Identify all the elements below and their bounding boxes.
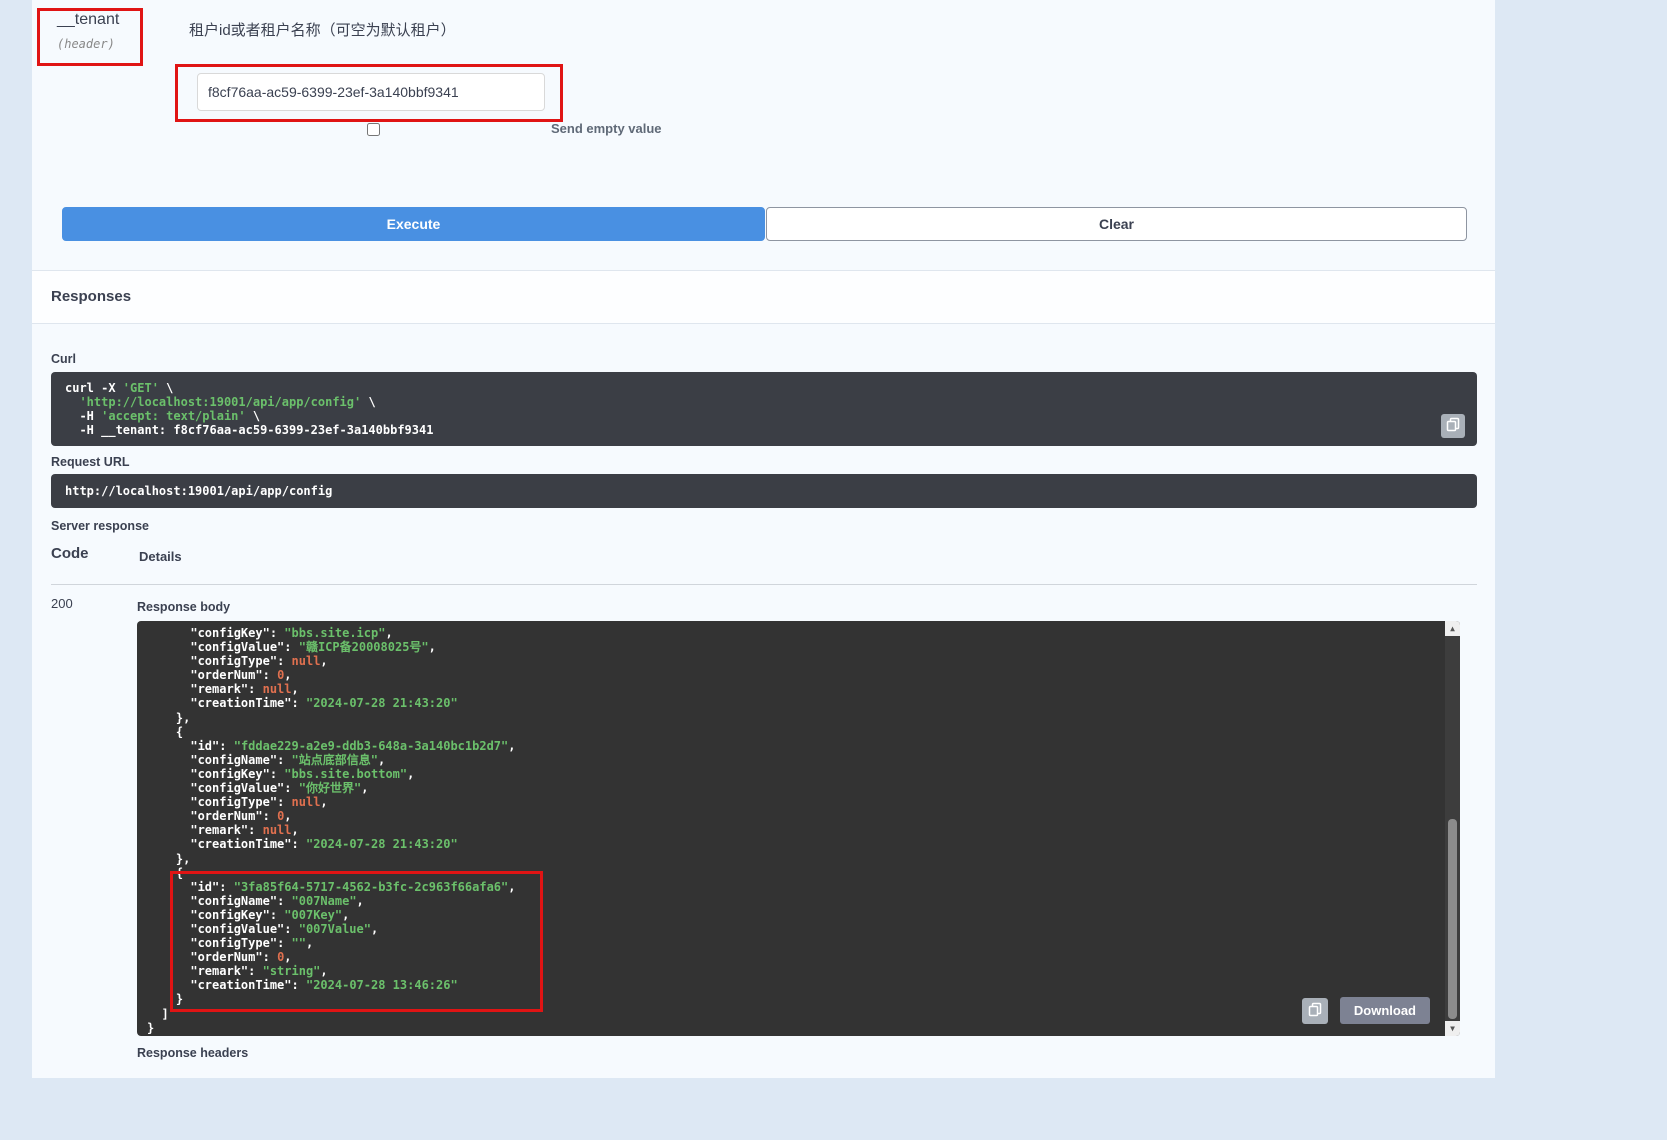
responses-section-header: Responses	[32, 270, 1495, 324]
curl-command-text: curl -X 'GET' \ 'http://localhost:19001/…	[65, 381, 1437, 437]
swagger-operation-panel: __tenant (header) 租户id或者租户名称（可空为默认租户） Se…	[32, 0, 1495, 1078]
curl-code-block: curl -X 'GET' \ 'http://localhost:19001/…	[51, 372, 1477, 446]
request-url-block: http://localhost:19001/api/app/config	[51, 474, 1477, 508]
response-body-json: "configKey": "bbs.site.icp", "configValu…	[137, 621, 1460, 1036]
response-headers-label: Response headers	[137, 1046, 248, 1060]
execute-button[interactable]: Execute	[62, 207, 765, 241]
tenant-input[interactable]	[197, 73, 545, 111]
request-url-label: Request URL	[51, 455, 129, 469]
response-body-label: Response body	[137, 600, 230, 614]
request-url-text: http://localhost:19001/api/app/config	[65, 484, 1463, 498]
clear-button[interactable]: Clear	[766, 207, 1467, 241]
details-column-header: Details	[139, 549, 182, 564]
parameter-location-label: (header)	[57, 37, 119, 51]
scrollbar-thumb[interactable]	[1448, 819, 1457, 1019]
clipboard-icon	[1446, 417, 1460, 435]
parameter-name: __tenant	[57, 11, 119, 29]
response-body-block: "configKey": "bbs.site.icp", "configValu…	[137, 621, 1460, 1036]
copy-response-button[interactable]	[1302, 998, 1328, 1024]
responses-title: Responses	[32, 271, 1495, 323]
server-response-label: Server response	[51, 519, 149, 533]
code-column-header: Code	[51, 545, 89, 562]
send-empty-value-checkbox[interactable]	[367, 123, 380, 136]
status-code: 200	[51, 596, 73, 611]
scroll-down-button[interactable]: ▼	[1445, 1021, 1460, 1036]
curl-label: Curl	[51, 352, 76, 366]
response-body-scrollbar[interactable]: ▲ ▼	[1445, 621, 1460, 1036]
download-button[interactable]: Download	[1340, 997, 1430, 1024]
send-empty-value-label: Send empty value	[551, 121, 662, 136]
copy-curl-button[interactable]	[1441, 414, 1465, 438]
clipboard-icon	[1308, 1002, 1322, 1020]
parameter-name-block: __tenant (header)	[57, 11, 119, 51]
scroll-up-button[interactable]: ▲	[1445, 621, 1460, 636]
table-header-divider	[51, 584, 1477, 585]
parameter-description: 租户id或者租户名称（可空为默认租户）	[189, 19, 456, 40]
